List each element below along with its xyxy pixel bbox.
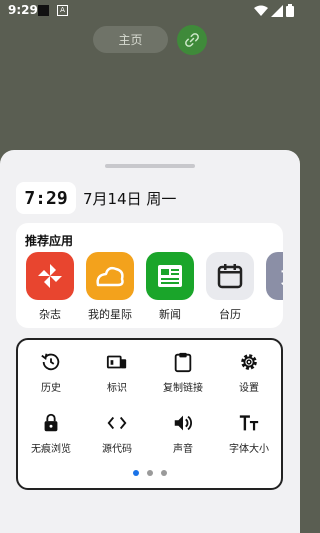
app-news[interactable]: 新闻 <box>142 252 198 322</box>
page-indicator[interactable] <box>18 470 281 476</box>
app-calendar[interactable]: 台历 <box>202 252 258 322</box>
recommended-apps-title: 推荐应用 <box>25 234 74 248</box>
tool-label: 字体大小 <box>229 444 269 455</box>
tool-label: 设置 <box>239 383 259 394</box>
font-size-icon <box>239 415 259 431</box>
app-notification-icon: A <box>57 5 68 16</box>
calendar-app-icon <box>206 252 254 300</box>
tool-label: 源代码 <box>102 444 132 455</box>
wifi-icon <box>254 5 268 16</box>
app-label: 杂志 <box>39 308 61 321</box>
date-label: 7月14日 周一 <box>83 190 177 208</box>
link-icon <box>185 33 199 47</box>
tool-label: 标识 <box>107 383 127 394</box>
recommended-apps-card: 推荐应用 杂志 我的星际 新闻 台历 <box>16 223 283 328</box>
tool-settings[interactable]: 设置 <box>216 351 282 394</box>
battery-icon <box>286 4 294 17</box>
code-icon <box>107 416 127 430</box>
tool-font-size[interactable]: 字体大小 <box>216 412 282 455</box>
clock: 7:29 <box>16 182 76 214</box>
translate-app-icon: 文 <box>266 252 283 300</box>
tool-identity[interactable]: 标识 <box>84 351 150 394</box>
app-label: 台历 <box>219 308 241 321</box>
magazine-app-icon <box>26 252 74 300</box>
news-app-icon <box>146 252 194 300</box>
page-dot[interactable] <box>146 470 153 476</box>
speaker-icon <box>174 415 192 431</box>
status-time: 9:29 <box>8 3 38 17</box>
tool-label: 复制链接 <box>163 383 203 394</box>
tool-history[interactable]: 历史 <box>18 351 84 394</box>
signal-icon <box>271 4 283 17</box>
app-label: 新闻 <box>159 308 181 321</box>
tool-label: 无痕浏览 <box>31 444 71 455</box>
tool-label: 历史 <box>41 383 61 394</box>
clipboard-icon <box>174 352 192 373</box>
drag-handle[interactable] <box>105 164 195 168</box>
link-button[interactable] <box>177 25 207 55</box>
tool-copy-link[interactable]: 复制链接 <box>150 351 216 394</box>
system-icons <box>254 4 294 17</box>
tool-source-code[interactable]: 源代码 <box>84 412 150 455</box>
home-button[interactable]: 主页 <box>93 26 168 53</box>
app-my-star[interactable]: 我的星际 <box>82 252 138 322</box>
app-magazine[interactable]: 杂志 <box>22 252 78 322</box>
page-dot[interactable] <box>160 470 167 476</box>
tool-sound[interactable]: 声音 <box>150 412 216 455</box>
history-icon <box>41 353 60 371</box>
app-label: 翻 <box>262 306 283 322</box>
app-translate[interactable]: 文 翻 <box>262 252 283 322</box>
tool-label: 声音 <box>173 444 193 455</box>
clock-time: 7:29 <box>24 187 68 209</box>
notification-icon <box>38 5 49 16</box>
app-label: 我的星际 <box>88 308 132 321</box>
bottom-sheet: 7:29 7月14日 周一 推荐应用 杂志 我的星际 新闻 台历 历史 标识 复… <box>0 150 300 533</box>
tool-incognito[interactable]: 无痕浏览 <box>18 412 84 455</box>
gear-icon <box>241 354 257 370</box>
star-app-icon <box>86 252 134 300</box>
device-icon <box>106 355 127 369</box>
status-bar: 9:29 A <box>0 0 300 22</box>
tools-panel: 历史 标识 复制链接 设置 无痕浏览 源代码 声音 字体大小 <box>16 338 283 490</box>
lock-icon <box>44 413 58 432</box>
page-dot-active[interactable] <box>132 470 139 476</box>
home-label: 主页 <box>118 33 143 47</box>
